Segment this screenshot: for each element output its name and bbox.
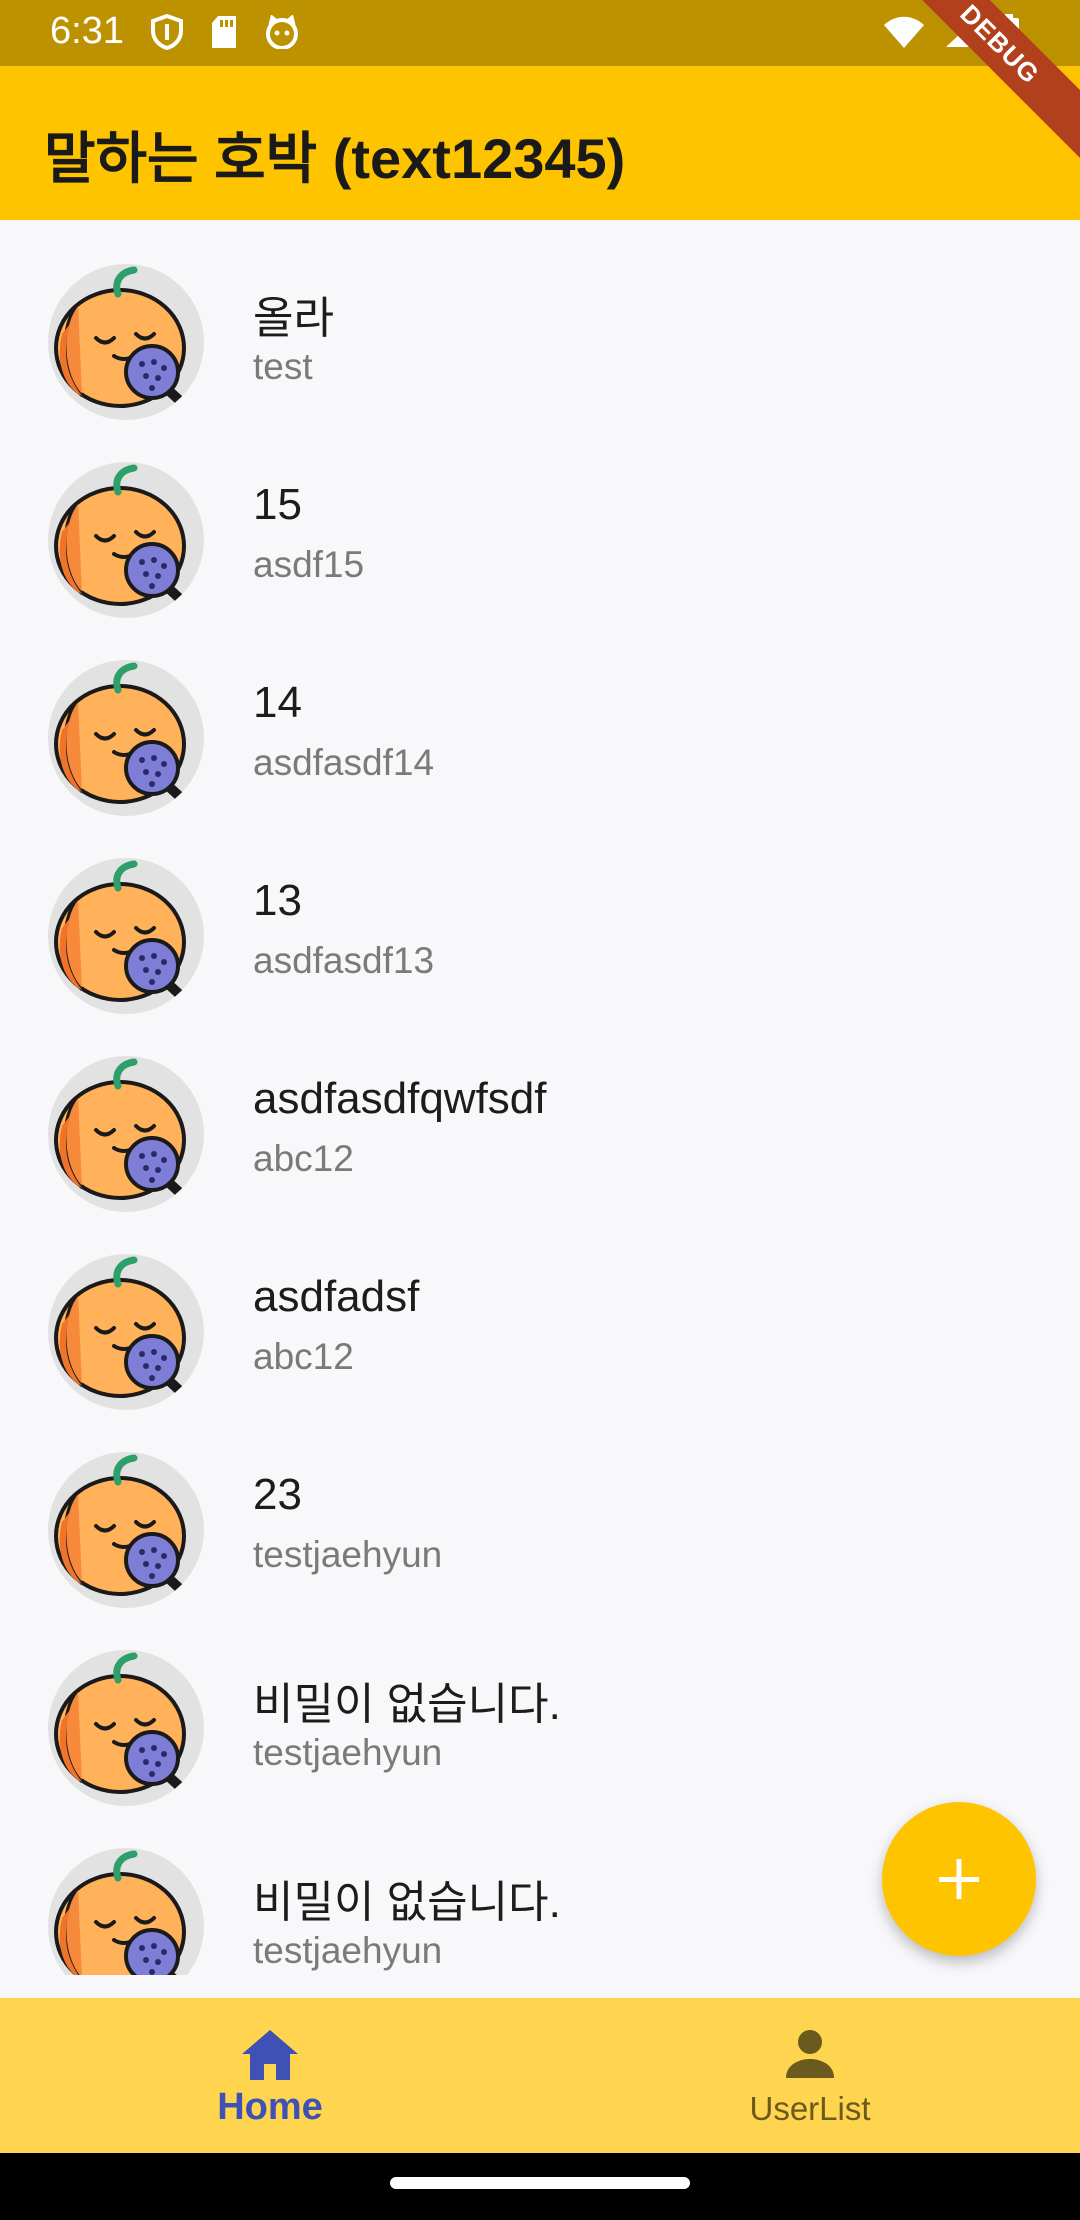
debug-banner-clip: DEBUG <box>780 0 1080 220</box>
list-item[interactable]: 올라 test <box>0 220 1080 420</box>
plus-icon <box>939 1859 979 1899</box>
list-item-title: 비밀이 없습니다. <box>253 1878 561 1927</box>
list-item-title: 13 <box>253 876 302 925</box>
debug-banner: DEBUG <box>876 0 1080 168</box>
avatar <box>48 264 204 420</box>
list-item[interactable]: 15 asdf15 <box>0 418 1080 618</box>
list-item[interactable]: 13 asdfasdf13 <box>0 814 1080 1014</box>
list-item-title: asdfadsf <box>253 1272 420 1321</box>
pumpkin-avatar-icon <box>54 860 195 1009</box>
avatar <box>48 1650 204 1806</box>
avatar <box>48 1848 204 1975</box>
pumpkin-avatar-icon <box>54 662 195 811</box>
pumpkin-avatar-icon <box>54 1850 186 1975</box>
list-item-title: 올라 <box>253 294 334 343</box>
pumpkin-avatar-icon <box>54 1652 195 1801</box>
nav-item-userlist[interactable]: UserList <box>540 1998 1080 2153</box>
home-gesture-pill[interactable] <box>390 2177 690 2189</box>
list-item-subtitle: testjaehyun <box>253 1534 443 1575</box>
add-button[interactable] <box>882 1802 1036 1956</box>
page-title: 말하는 호박 (text12345) <box>44 127 626 190</box>
list-item-title: 15 <box>253 480 302 529</box>
list-item[interactable]: asdfasdfqwfsdf abc12 <box>0 1012 1080 1212</box>
list-item[interactable]: 14 asdfasdf14 <box>0 616 1080 816</box>
pumpkin-avatar-icon <box>54 1256 195 1405</box>
pumpkin-avatar-icon <box>54 266 195 415</box>
avatar <box>48 1452 204 1608</box>
list-item-subtitle: test <box>253 346 313 387</box>
list-item[interactable]: asdfadsf abc12 <box>0 1210 1080 1410</box>
home-icon <box>242 2030 298 2080</box>
status-time: 6:31 <box>50 10 124 52</box>
list-item-subtitle: asdfasdf13 <box>253 940 435 981</box>
avatar <box>48 660 204 816</box>
shield-icon <box>151 14 183 50</box>
avatar <box>48 1056 204 1212</box>
person-icon <box>786 2030 834 2078</box>
pumpkin-avatar-icon <box>54 1454 195 1603</box>
list-item-subtitle: abc12 <box>253 1138 354 1179</box>
list-item-title: 23 <box>253 1470 302 1519</box>
list-item-title: 14 <box>253 678 302 727</box>
list-item-title: 비밀이 없습니다. <box>253 1680 561 1729</box>
post-list[interactable]: 올라 test 15 asdf15 14 asdfasdf14 13 asdfasdf1… <box>0 220 1080 1975</box>
avatar <box>48 1254 204 1410</box>
bottom-nav: Home UserList <box>0 1998 1080 2153</box>
list-item-subtitle: abc12 <box>253 1336 354 1377</box>
cat-face-icon <box>266 15 298 49</box>
nav-label-home: Home <box>217 2086 323 2128</box>
list-item[interactable]: 23 testjaehyun <box>0 1408 1080 1608</box>
list-item-subtitle: testjaehyun <box>253 1930 443 1971</box>
list-item[interactable]: 비밀이 없습니다. testjaehyun <box>0 1606 1080 1806</box>
list-item-subtitle: testjaehyun <box>253 1732 443 1773</box>
pumpkin-avatar-icon <box>54 464 195 613</box>
system-nav-bar <box>0 2153 1080 2220</box>
nav-item-home[interactable]: Home <box>0 1998 540 2153</box>
status-icons-left <box>150 14 300 50</box>
list-item-subtitle: asdf15 <box>253 544 365 585</box>
list-item-subtitle: asdfasdf14 <box>253 742 435 783</box>
avatar <box>48 858 204 1014</box>
avatar <box>48 462 204 618</box>
pumpkin-avatar-icon <box>54 1058 195 1207</box>
list-item-title: asdfasdfqwfsdf <box>253 1074 547 1123</box>
nav-label-userlist: UserList <box>749 2090 871 2127</box>
sd-card-icon <box>212 16 236 48</box>
